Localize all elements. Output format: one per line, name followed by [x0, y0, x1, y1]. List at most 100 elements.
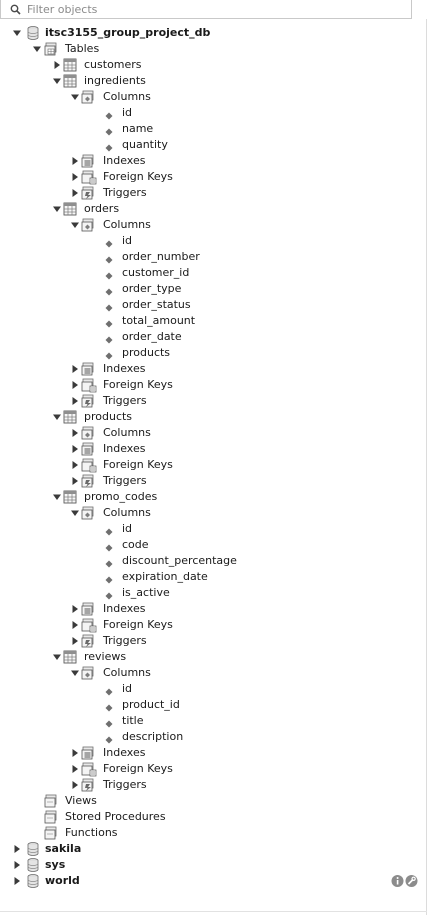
expand-arrow-down-icon[interactable]: [71, 221, 79, 229]
expand-arrow-right-icon[interactable]: [71, 173, 79, 181]
tree-node-column[interactable]: id: [0, 521, 426, 537]
tree-node-column[interactable]: order_type: [0, 281, 426, 297]
tree-node-column[interactable]: discount_percentage: [0, 553, 426, 569]
tree-node-column[interactable]: quantity: [0, 137, 426, 153]
expand-arrow-right-icon[interactable]: [71, 189, 79, 197]
expand-arrow-right-icon[interactable]: [71, 765, 79, 773]
tree-node-subgroup[interactable]: Foreign Keys: [0, 169, 426, 185]
expand-arrow-right-icon[interactable]: [71, 637, 79, 645]
tree-node-table[interactable]: products: [0, 409, 426, 425]
tree-node-table[interactable]: ingredients: [0, 73, 426, 89]
expand-arrow-right-icon[interactable]: [71, 157, 79, 165]
tree-node-group[interactable]: Views: [0, 793, 426, 809]
expand-arrow-down-icon[interactable]: [53, 653, 61, 661]
expand-arrow-right-icon[interactable]: [13, 861, 21, 869]
tree-node-subgroup[interactable]: Triggers: [0, 185, 426, 201]
tree-node-subgroup[interactable]: Indexes: [0, 601, 426, 617]
filter-objects-input[interactable]: [27, 1, 407, 17]
expand-arrow-down-icon[interactable]: [53, 205, 61, 213]
indexes-folder-icon: [81, 441, 97, 457]
expand-arrow-right-icon[interactable]: [71, 749, 79, 757]
wrench-icon[interactable]: [405, 875, 418, 887]
info-icon[interactable]: [391, 875, 404, 887]
tree-node-subgroup[interactable]: Triggers: [0, 473, 426, 489]
tree-node-subgroup[interactable]: Foreign Keys: [0, 617, 426, 633]
tree-node-db[interactable]: world: [0, 873, 426, 889]
tree-node-label: id: [122, 682, 133, 695]
tree-node-column[interactable]: name: [0, 121, 426, 137]
tree-node-subgroup[interactable]: Triggers: [0, 777, 426, 793]
expand-arrow-right-icon[interactable]: [13, 877, 21, 885]
tree-node-column[interactable]: order_date: [0, 329, 426, 345]
expand-arrow-down-icon[interactable]: [53, 413, 61, 421]
expand-arrow-right-icon[interactable]: [71, 605, 79, 613]
tree-node-db[interactable]: sakila: [0, 841, 426, 857]
expand-arrow-down-icon[interactable]: [71, 669, 79, 677]
tree-node-column[interactable]: total_amount: [0, 313, 426, 329]
tree-node-subgroup[interactable]: Columns: [0, 89, 426, 105]
tree-node-subgroup[interactable]: Columns: [0, 505, 426, 521]
expand-arrow-down-icon[interactable]: [13, 29, 21, 37]
expand-arrow-right-icon[interactable]: [71, 429, 79, 437]
tree-node-label: order_number: [122, 250, 200, 263]
tree-node-subgroup[interactable]: Indexes: [0, 441, 426, 457]
indexes-folder-icon: [81, 745, 97, 761]
expand-arrow-down-icon[interactable]: [33, 45, 41, 53]
tree-node-label: id: [122, 234, 133, 247]
status-icons: [391, 874, 419, 888]
tree-node-label: total_amount: [122, 314, 196, 327]
expand-arrow-right-icon[interactable]: [53, 61, 61, 69]
tree-node-subgroup[interactable]: Columns: [0, 425, 426, 441]
tree-node-subgroup[interactable]: Foreign Keys: [0, 457, 426, 473]
tree-node-table[interactable]: promo_codes: [0, 489, 426, 505]
tree-node-column[interactable]: order_status: [0, 297, 426, 313]
tree-node-subgroup[interactable]: Foreign Keys: [0, 377, 426, 393]
tree-node-label: itsc3155_group_project_db: [45, 26, 211, 39]
tree-node-column[interactable]: order_number: [0, 249, 426, 265]
tree-node-table[interactable]: reviews: [0, 649, 426, 665]
tree-node-column[interactable]: description: [0, 729, 426, 745]
expand-arrow-down-icon[interactable]: [71, 509, 79, 517]
expand-arrow-right-icon[interactable]: [71, 461, 79, 469]
expand-arrow-right-icon[interactable]: [71, 365, 79, 373]
expand-arrow-right-icon[interactable]: [71, 381, 79, 389]
tree-node-subgroup[interactable]: Foreign Keys: [0, 761, 426, 777]
tree-node-subgroup[interactable]: Indexes: [0, 745, 426, 761]
tree-node-subgroup[interactable]: Indexes: [0, 153, 426, 169]
tree-node-column[interactable]: products: [0, 345, 426, 361]
tree-node-table[interactable]: orders: [0, 201, 426, 217]
expand-arrow-right-icon[interactable]: [71, 477, 79, 485]
tree-node-subgroup[interactable]: Indexes: [0, 361, 426, 377]
tree-node-group[interactable]: Tables: [0, 41, 426, 57]
tree-node-group[interactable]: Stored Procedures: [0, 809, 426, 825]
tree-node-db[interactable]: itsc3155_group_project_db: [0, 25, 426, 41]
tree-node-column[interactable]: is_active: [0, 585, 426, 601]
tree-node-label: Triggers: [103, 474, 147, 487]
tree-node-column[interactable]: title: [0, 713, 426, 729]
column-diamond-icon: [105, 125, 113, 136]
expand-arrow-right-icon[interactable]: [71, 397, 79, 405]
tree-node-column[interactable]: id: [0, 681, 426, 697]
expand-arrow-down-icon[interactable]: [53, 77, 61, 85]
expand-arrow-down-icon[interactable]: [71, 93, 79, 101]
tree-node-subgroup[interactable]: Triggers: [0, 393, 426, 409]
tree-node-column[interactable]: product_id: [0, 697, 426, 713]
tree-node-column[interactable]: customer_id: [0, 265, 426, 281]
column-diamond-icon: [105, 685, 113, 696]
tree-node-subgroup[interactable]: Columns: [0, 217, 426, 233]
tree-node-subgroup[interactable]: Columns: [0, 665, 426, 681]
tree-node-column[interactable]: expiration_date: [0, 569, 426, 585]
tree-node-group[interactable]: Functions: [0, 825, 426, 841]
expand-arrow-right-icon[interactable]: [13, 845, 21, 853]
expand-arrow-down-icon[interactable]: [53, 493, 61, 501]
expand-arrow-right-icon[interactable]: [71, 621, 79, 629]
expand-arrow-right-icon[interactable]: [71, 781, 79, 789]
expand-arrow-right-icon[interactable]: [71, 445, 79, 453]
tree-node-table[interactable]: customers: [0, 57, 426, 73]
tree-node-subgroup[interactable]: Triggers: [0, 633, 426, 649]
tree-node-column[interactable]: code: [0, 537, 426, 553]
tree-node-db[interactable]: sys: [0, 857, 426, 873]
tree-node-column[interactable]: id: [0, 105, 426, 121]
columns-folder-icon: [81, 505, 97, 521]
tree-node-column[interactable]: id: [0, 233, 426, 249]
